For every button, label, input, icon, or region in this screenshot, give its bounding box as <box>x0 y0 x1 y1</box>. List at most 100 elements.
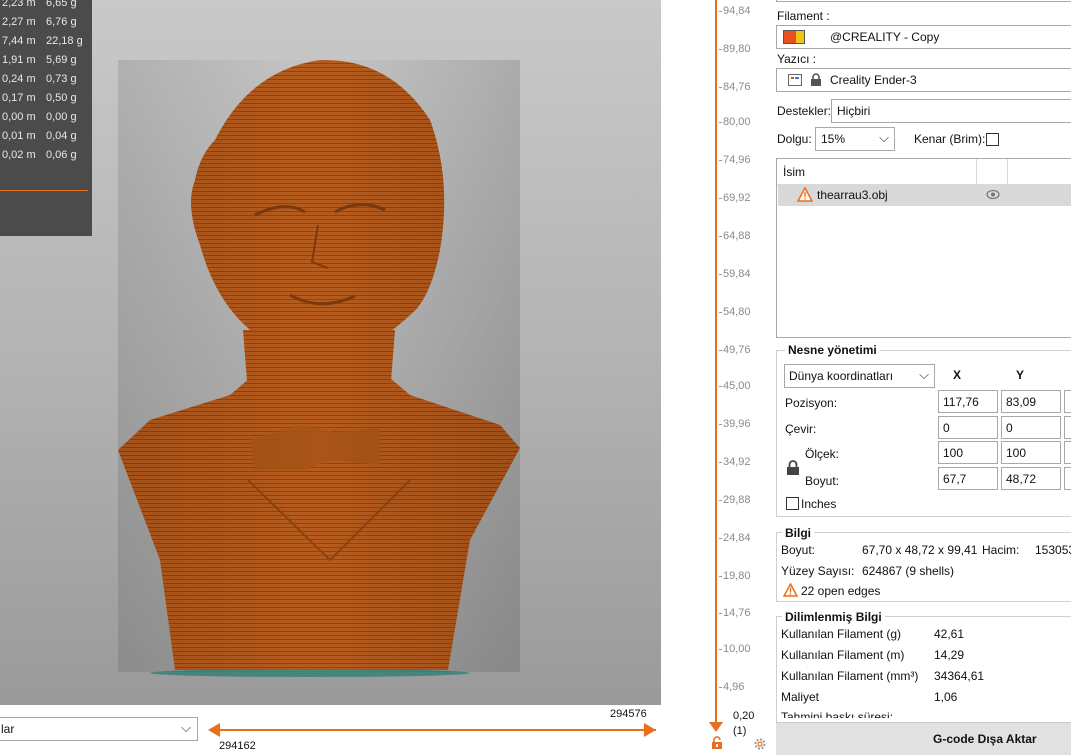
legend-row: 0,01 m 0,04 g <box>2 130 77 142</box>
lock-icon[interactable] <box>710 736 724 750</box>
brim-label: Kenar (Brim): <box>914 132 986 146</box>
layer-bottom-value: 0,20 <box>733 710 755 722</box>
layer-tick: 34,92 <box>719 456 751 468</box>
layer-tick: 59,84 <box>719 268 751 280</box>
position-x-input[interactable]: 117,76 <box>938 390 998 413</box>
object-list-header: İsim <box>777 159 1071 185</box>
object-name: thearrau3.obj <box>817 188 888 202</box>
rotate-z-input[interactable] <box>1064 416 1071 439</box>
coordinates-value: Dünya koordinatları <box>789 369 894 383</box>
layer-tick: 10,00 <box>719 643 751 655</box>
layer-tick: 19,80 <box>719 570 751 582</box>
move-slider-left-thumb[interactable] <box>208 723 220 737</box>
layer-tick: 29,88 <box>719 494 751 506</box>
position-y-input[interactable]: 83,09 <box>1001 390 1061 413</box>
object-list[interactable]: İsim thearrau3.obj <box>776 158 1071 338</box>
legend-row: 0,02 m 0,06 g <box>2 149 77 161</box>
inches-checkbox[interactable] <box>786 497 799 510</box>
layer-slider-track[interactable] <box>715 0 717 723</box>
warning-icon <box>783 583 798 597</box>
supports-value: Hiçbiri <box>837 104 871 118</box>
view-type-select[interactable]: lar ⌵ <box>0 717 198 741</box>
layer-tick: 94,84 <box>719 5 751 17</box>
position-label: Pozisyon: <box>785 396 838 410</box>
gear-icon[interactable] <box>753 737 767 751</box>
object-list-row[interactable]: thearrau3.obj <box>778 184 1071 206</box>
position-y-value: 83,09 <box>1006 395 1037 409</box>
print-settings-select[interactable] <box>776 0 1071 2</box>
scale-label: Ölçek: <box>805 447 840 461</box>
coordinates-select[interactable]: Dünya koordinatları ⌵ <box>784 364 935 388</box>
size-x-input[interactable]: 67,7 <box>938 467 998 490</box>
filament-mm3-label: Kullanılan Filament (mm³) <box>781 669 919 683</box>
filament-select[interactable]: @CREALITY - Copy <box>776 25 1071 49</box>
position-z-input[interactable] <box>1064 390 1071 413</box>
column-x-label: X <box>953 368 962 382</box>
infill-select[interactable]: 15% ⌵ <box>815 127 895 151</box>
layer-tick: 64,88 <box>719 230 751 242</box>
move-slider-right-thumb[interactable] <box>644 723 656 737</box>
layer-tick: 14,76 <box>719 607 751 619</box>
filament-m-label: Kullanılan Filament (m) <box>781 648 905 662</box>
printer-label: Yazıcı : <box>777 52 817 66</box>
supports-select[interactable]: Hiçbiri <box>831 99 1071 123</box>
brim-checkbox[interactable] <box>986 133 999 146</box>
layer-tick: 84,76 <box>719 81 751 93</box>
chevron-down-icon: ⌵ <box>181 720 191 735</box>
info-size-label: Boyut: <box>781 543 816 557</box>
rotate-label: Çevir: <box>785 422 817 436</box>
scale-z-input[interactable] <box>1064 441 1071 464</box>
legend-row: 2,23 m 6,65 g <box>2 0 77 9</box>
size-z-input[interactable] <box>1064 467 1071 490</box>
open-edges-text: 22 open edges <box>801 584 881 598</box>
lock-icon[interactable] <box>786 460 800 476</box>
rotate-x-value: 0 <box>943 421 950 435</box>
chevron-down-icon: ⌵ <box>879 130 889 145</box>
legend-row: 1,91 m 5,69 g <box>2 54 77 66</box>
view-type-value: lar <box>1 722 15 736</box>
scale-x-value: 100 <box>943 446 964 460</box>
move-slider-left-value: 294162 <box>219 740 256 752</box>
layer-tick: 54,80 <box>719 306 751 318</box>
filament-m-value: 14,29 <box>934 648 965 662</box>
sliced-info-title: Dilimlenmiş Bilgi <box>782 610 885 624</box>
layer-slider-bottom-thumb[interactable] <box>709 722 723 732</box>
export-gcode-label: G-code Dışa Aktar <box>933 732 1037 746</box>
info-facets-label: Yüzey Sayısı: <box>781 564 855 578</box>
position-x-value: 117,76 <box>943 395 979 409</box>
eye-icon[interactable] <box>986 189 1000 200</box>
3d-viewport[interactable]: 2,23 m 6,65 g 2,27 m 6,76 g 7,44 m 22,18 g … <box>0 0 661 705</box>
filament-g-label: Kullanılan Filament (g) <box>781 627 902 641</box>
rotate-x-input[interactable]: 0 <box>938 416 998 439</box>
info-volume-value: 153053 <box>1035 543 1071 557</box>
printer-select[interactable]: Creality Ender-3 <box>776 68 1071 92</box>
rotate-y-value: 0 <box>1006 421 1013 435</box>
legend-row: 7,44 m 22,18 g <box>2 35 83 47</box>
chevron-down-icon: ⌵ <box>919 367 929 382</box>
object-manipulation-title: Nesne yönetimi <box>785 343 880 357</box>
export-gcode-button[interactable]: G-code Dışa Aktar <box>776 722 1071 755</box>
filament-value: @CREALITY - Copy <box>830 30 940 44</box>
filament-g-value: 42,61 <box>934 627 965 641</box>
info-facets-value: 624867 (9 shells) <box>862 564 955 578</box>
scale-y-value: 100 <box>1006 446 1027 460</box>
layer-slider[interactable]: 94,84 89,80 84,76 80,00 74,96 69,92 64,8… <box>661 0 776 755</box>
layer-tick: 24,84 <box>719 532 751 544</box>
scale-y-input[interactable]: 100 <box>1001 441 1061 464</box>
move-slider-track[interactable] <box>212 729 656 731</box>
size-y-input[interactable]: 48,72 <box>1001 467 1061 490</box>
rotate-y-input[interactable]: 0 <box>1001 416 1061 439</box>
printer-value: Creality Ender-3 <box>830 73 917 87</box>
layer-tick: 49,76 <box>719 344 751 356</box>
cost-value: 1,06 <box>934 690 958 704</box>
warning-icon <box>797 187 813 202</box>
layer-tick: 74,96 <box>719 154 751 166</box>
layer-tick: 80,00 <box>719 116 751 128</box>
scale-x-input[interactable]: 100 <box>938 441 998 464</box>
printer-icon <box>788 74 802 86</box>
size-x-value: 67,7 <box>943 472 967 486</box>
bottom-bar: lar ⌵ 294576 294162 <box>0 705 661 755</box>
column-separator <box>976 159 977 185</box>
info-volume-label: Hacim: <box>982 543 1020 557</box>
supports-label: Destekler: <box>777 104 832 118</box>
